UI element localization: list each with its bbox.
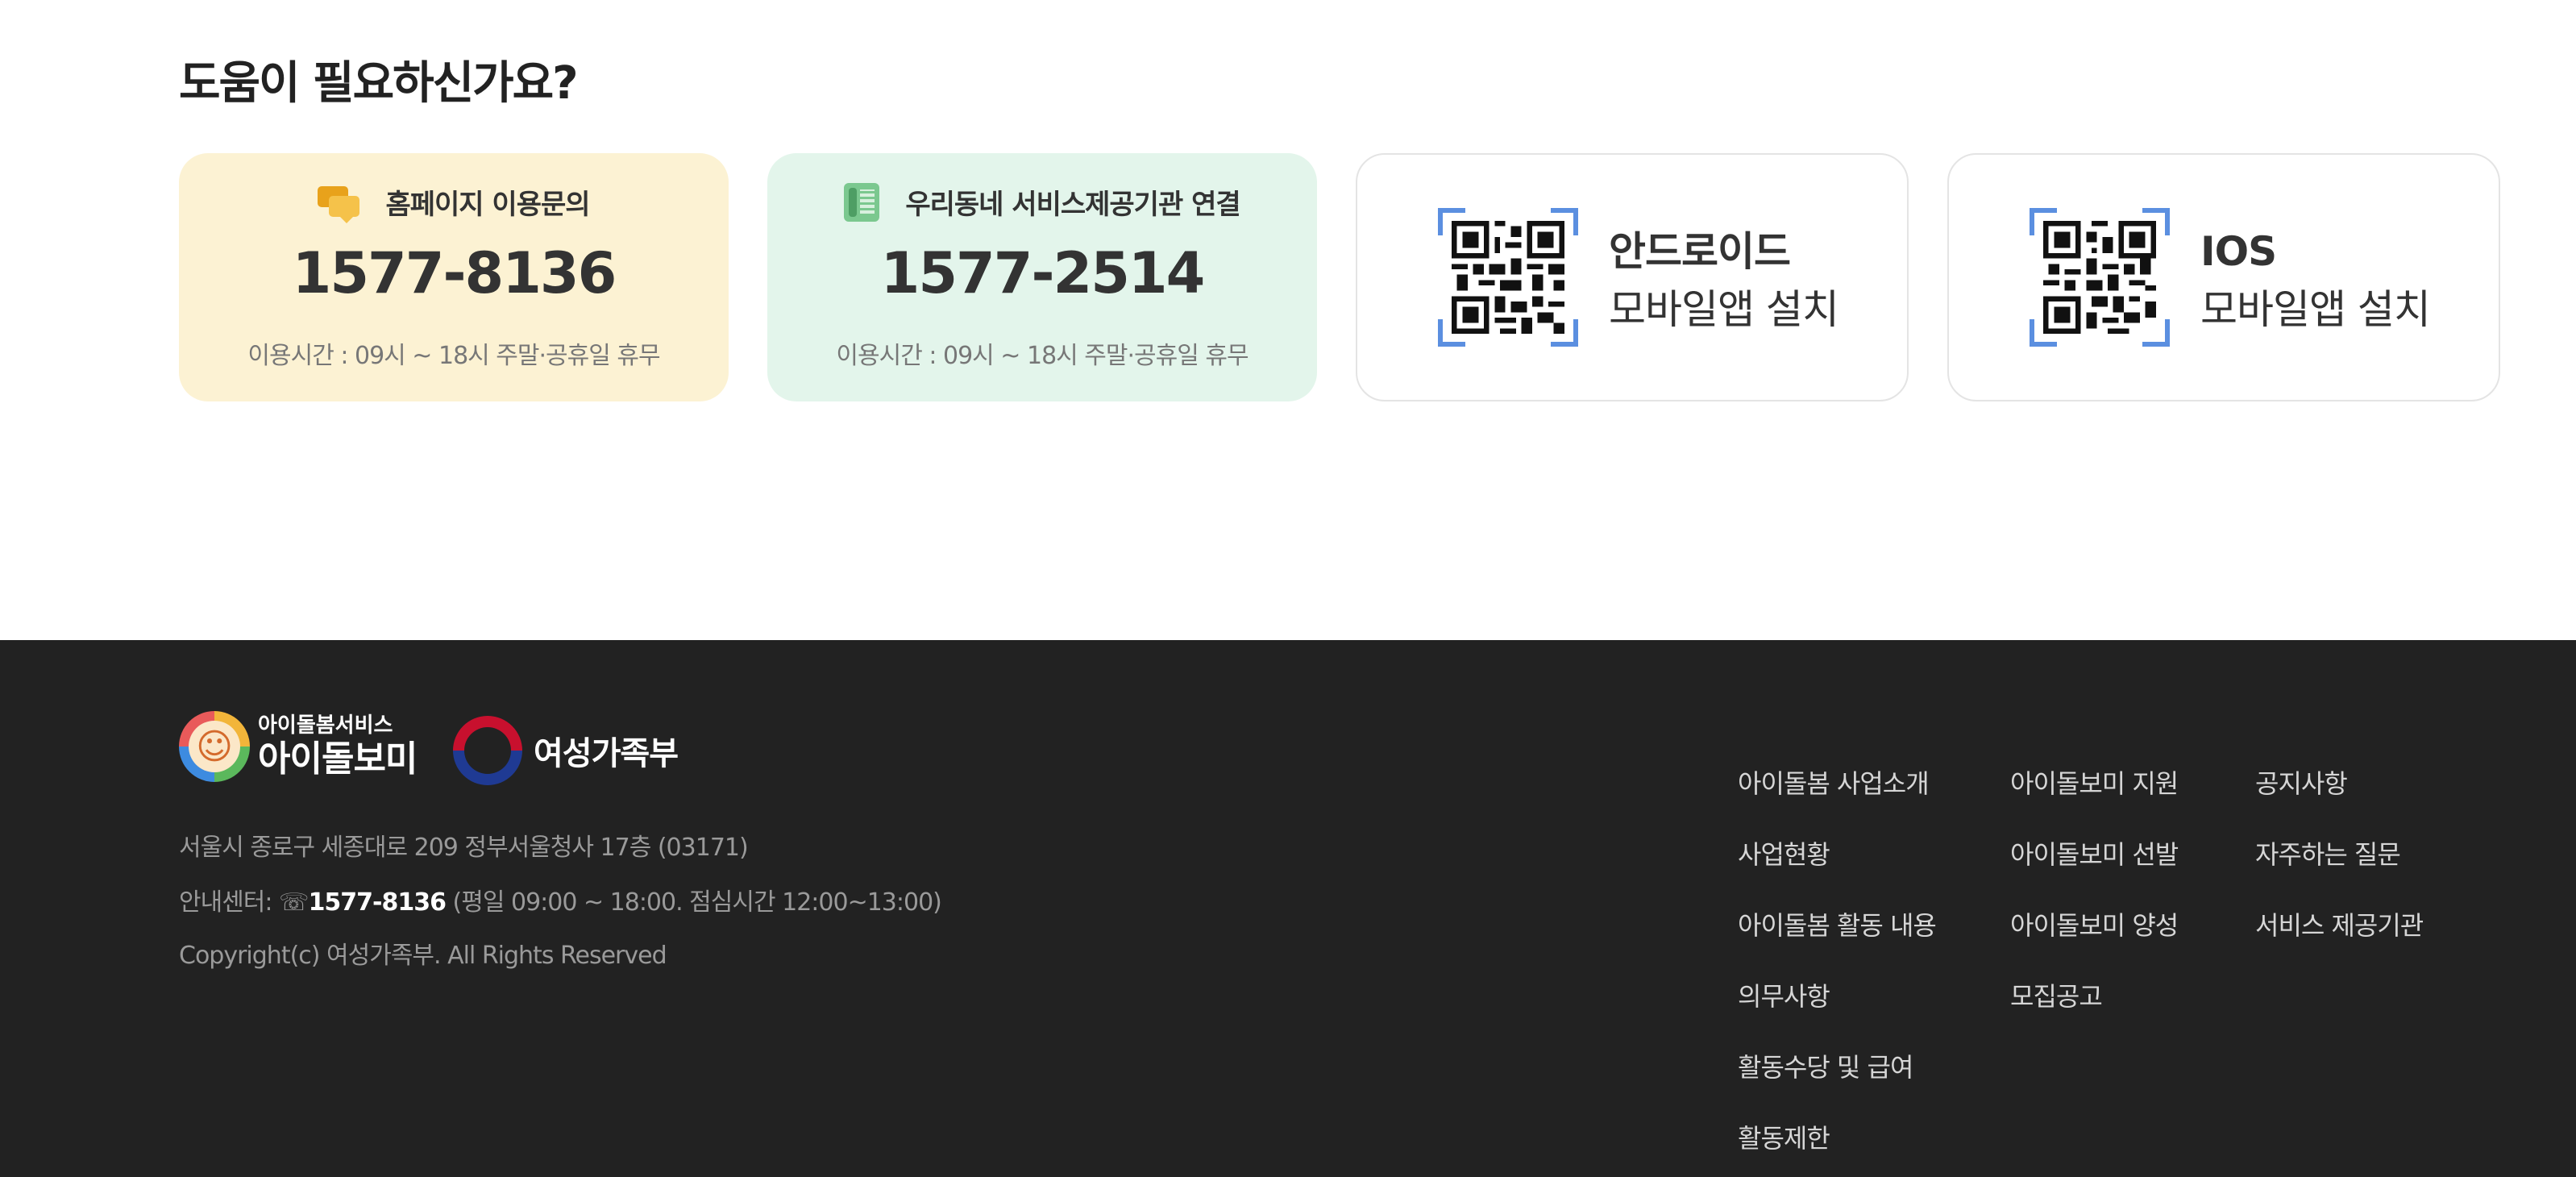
card-label: 우리동네 서비스제공기관 연결 [905, 189, 1240, 221]
homepage-inquiry-card[interactable]: 홈페이지 이용문의 1577-8136 이용시간 : 09시 ~ 18시 주말·… [179, 153, 729, 401]
help-section-title: 도움이 필요하신가요? [179, 57, 579, 110]
ministry-name: 여성가족부 [534, 735, 679, 772]
site-footer: ☺ 아이돌봄서비스 아이돌보미 여성가족부 서울시 종로구 세종대로 209 정… [0, 640, 2576, 1177]
smile-icon: ☺ [179, 711, 250, 782]
logo-subtitle: 아이돌봄서비스 [258, 713, 393, 738]
ios-app-card[interactable]: IOS 모바일앱 설치 [1947, 153, 2500, 401]
footer-link[interactable]: 사업현황 [1738, 819, 1936, 890]
chat-bubble-icon [318, 185, 360, 223]
idolbom-logo[interactable]: ☺ 아이돌봄서비스 아이돌보미 [179, 711, 418, 782]
footer-link[interactable]: 자주하는 질문 [2255, 819, 2423, 890]
local-provider-card[interactable]: 우리동네 서비스제공기관 연결 1577-2514 이용시간 : 09시 ~ 1… [767, 153, 1317, 401]
footer-link[interactable]: 공지사항 [2255, 748, 2423, 819]
app-install-text: 모바일앱 설치 [2200, 286, 2431, 333]
contact-label: 안내센터: ☏ [179, 888, 310, 917]
phone-number[interactable]: 1577-2514 [767, 240, 1317, 306]
phone-number[interactable]: 1577-8136 [179, 240, 729, 306]
footer-link[interactable]: 아이돌봄 사업소개 [1738, 748, 1936, 819]
qr-code-icon[interactable] [2030, 208, 2170, 347]
footer-link[interactable]: 아이돌봄 활동 내용 [1738, 890, 1937, 961]
contact-hours: (평일 09:00 ~ 18:00. 점심시간 12:00~13:00) [446, 888, 942, 917]
footer-link[interactable]: 활동제한 [1738, 1103, 1936, 1174]
qr-code-icon[interactable] [1438, 208, 1578, 347]
footer-address: 서울시 종로구 세종대로 209 정부서울청사 17층 (03171) [179, 834, 749, 862]
service-hours: 이용시간 : 09시 ~ 18시 주말·공휴일 휴무 [836, 342, 1249, 370]
app-platform: 안드로이드 [1609, 228, 1791, 275]
app-install-text: 모바일앱 설치 [1609, 286, 1839, 333]
footer-link[interactable]: 아이돌보미 양성 [2010, 890, 2179, 961]
footer-link[interactable]: 모집공고 [2010, 961, 2178, 1032]
contact-phone[interactable]: 1577-8136 [309, 888, 447, 917]
ministry-logo[interactable]: 여성가족부 [453, 716, 679, 785]
taegeuk-icon [453, 716, 522, 785]
footer-copyright: Copyright(c) 여성가족부. All Rights Reserved [179, 942, 667, 970]
app-install-label: 안드로이드 모바일앱 설치 [1609, 223, 1839, 339]
footer-link[interactable]: 의무사항 [1738, 961, 1936, 1032]
service-hours: 이용시간 : 09시 ~ 18시 주말·공휴일 휴무 [247, 342, 660, 370]
footer-menu-support: 공지사항 자주하는 질문 서비스 제공기관 [2255, 748, 2424, 961]
footer-contact: 안내센터: ☏1577-8136 (평일 09:00 ~ 18:00. 점심시간… [179, 882, 942, 917]
card-label: 홈페이지 이용문의 [385, 189, 590, 221]
footer-menu-caregiver: 아이돌보미 지원 아이돌보미 선발 아이돌보미 양성 모집공고 [2010, 748, 2179, 1032]
footer-menu-business: 아이돌봄 사업소개 사업현황 아이돌봄 활동 내용 의무사항 활동수당 및 급여… [1738, 748, 1937, 1174]
card-header: 우리동네 서비스제공기관 연결 [767, 182, 1317, 222]
footer-link[interactable]: 서비스 제공기관 [2255, 890, 2424, 961]
footer-link[interactable]: 아이돌보미 선발 [2010, 819, 2179, 890]
telephone-icon [844, 182, 880, 222]
card-header: 홈페이지 이용문의 [179, 182, 729, 223]
footer-link[interactable]: 아이돌보미 지원 [2010, 748, 2179, 819]
android-app-card[interactable]: 안드로이드 모바일앱 설치 [1356, 153, 1909, 401]
app-platform: IOS [2200, 228, 2277, 275]
app-install-label: IOS 모바일앱 설치 [2200, 223, 2431, 339]
footer-link[interactable]: 활동수당 및 급여 [1738, 1032, 1936, 1103]
logo-title: 아이돌보미 [258, 738, 418, 780]
